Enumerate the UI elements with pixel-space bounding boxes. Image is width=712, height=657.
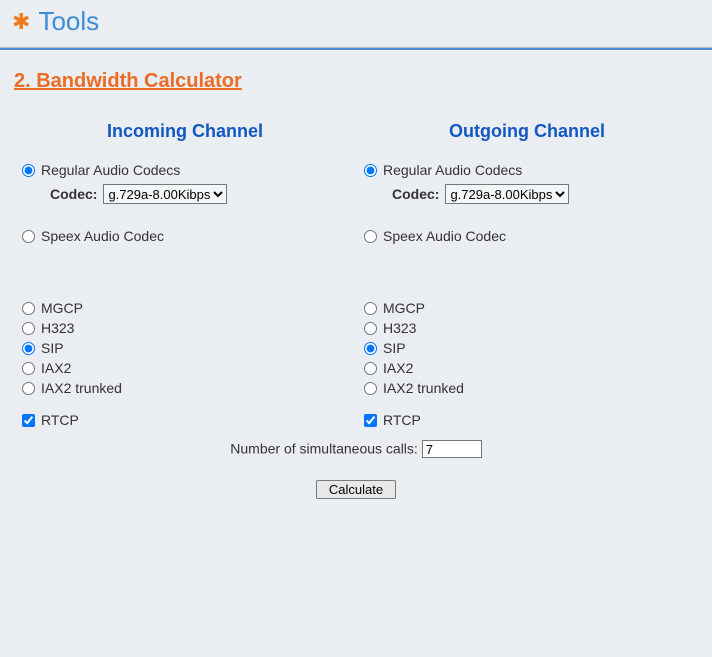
incoming-h323-label: H323 [41,320,74,336]
outgoing-speex-label: Speex Audio Codec [383,228,506,244]
outgoing-h323-label: H323 [383,320,416,336]
incoming-regular-radio[interactable] [22,164,35,177]
page-title: Tools [38,6,99,37]
calculate-button[interactable]: Calculate [316,480,396,499]
star-icon: ✱ [12,11,30,33]
outgoing-iax2trunked-label: IAX2 trunked [383,380,464,396]
incoming-rtcp-checkbox[interactable] [22,414,35,427]
sim-calls-label: Number of simultaneous calls: [230,441,418,457]
incoming-h323-radio[interactable] [22,322,35,335]
section-title: 2. Bandwidth Calculator [14,70,702,93]
outgoing-codec-select[interactable]: g.729a-8.00Kibps [445,184,569,204]
incoming-sip-radio[interactable] [22,342,35,355]
outgoing-sip-radio[interactable] [364,342,377,355]
outgoing-mgcp-radio[interactable] [364,302,377,315]
outgoing-mgcp-label: MGCP [383,300,425,316]
incoming-speex-label: Speex Audio Codec [41,228,164,244]
incoming-codec-label: Codec: [50,186,97,202]
incoming-mgcp-label: MGCP [41,300,83,316]
outgoing-iax2-radio[interactable] [364,362,377,375]
incoming-speex-radio[interactable] [22,230,35,243]
outgoing-codec-label: Codec: [392,186,439,202]
outgoing-h323-radio[interactable] [364,322,377,335]
sim-calls-input[interactable] [422,440,482,458]
outgoing-sip-label: SIP [383,340,406,356]
incoming-rtcp-label: RTCP [41,412,79,428]
outgoing-rtcp-label: RTCP [383,412,421,428]
outgoing-regular-radio[interactable] [364,164,377,177]
incoming-mgcp-radio[interactable] [22,302,35,315]
incoming-header: Incoming Channel [14,111,356,154]
incoming-regular-label: Regular Audio Codecs [41,162,180,178]
outgoing-header: Outgoing Channel [356,111,698,154]
incoming-iax2-radio[interactable] [22,362,35,375]
bandwidth-table: Incoming Channel Outgoing Channel Regula… [14,111,698,499]
outgoing-speex-radio[interactable] [364,230,377,243]
incoming-iax2-label: IAX2 [41,360,71,376]
outgoing-rtcp-checkbox[interactable] [364,414,377,427]
outgoing-iax2-label: IAX2 [383,360,413,376]
incoming-codec-select[interactable]: g.729a-8.00Kibps [103,184,227,204]
incoming-iax2trunked-radio[interactable] [22,382,35,395]
outgoing-iax2trunked-radio[interactable] [364,382,377,395]
outgoing-regular-label: Regular Audio Codecs [383,162,522,178]
incoming-iax2trunked-label: IAX2 trunked [41,380,122,396]
incoming-sip-label: SIP [41,340,64,356]
